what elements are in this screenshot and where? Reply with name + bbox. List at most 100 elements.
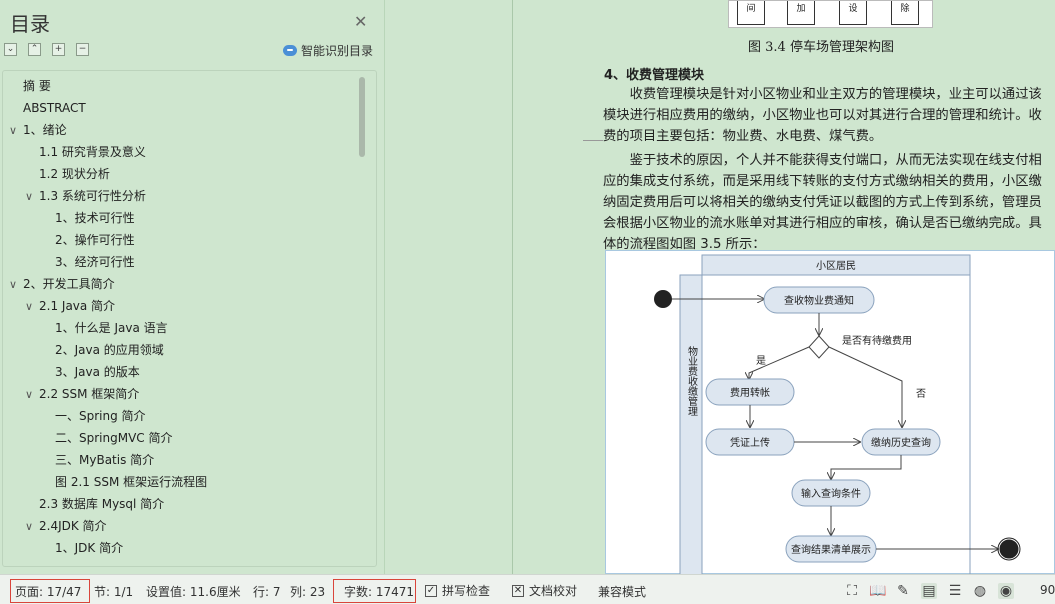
collapse-all-icon[interactable]: ⌄ [4,43,17,56]
toc-item-label: 1、JDK 简介 [55,541,124,555]
zoom-level[interactable]: 90 [1040,583,1055,597]
node-check-notice-label: 查收物业费通知 [784,294,854,307]
toc-item[interactable]: 2.3 数据库 Mysql 简介 [39,493,164,515]
chevron-down-icon[interactable]: ∨ [25,516,39,538]
toc-list[interactable]: 摘 要 ABSTRACT ∨ 1、绪论 1.1 研究背景及意义 1.2 现状分析 ∨ 1.3 … [2,70,377,567]
toc-item-label: 2、Java 的应用领域 [55,343,164,357]
toc-item-label: 一、Spring 简介 [55,409,146,423]
toc-panel: 目录 ✕ ⌄ ⌃ + − 智能识别目录 摘 要 ABSTRACT ∨ 1、绪论 1.1 … [0,0,385,574]
toc-item-label: 1、绪论 [23,123,67,137]
toc-item[interactable]: ∨ 1、绪论 [9,119,67,141]
row-indicator[interactable]: 行: 7 [253,583,281,600]
decision-label: 是否有待缴费用 [842,334,912,347]
spell-check-button[interactable]: ✓ 拼写检查 [425,582,490,599]
doc-proof-label: 文档校对 [529,584,578,598]
toc-item[interactable]: ∨ 2.1 Java 简介 [25,295,115,317]
paragraph: 鉴于技术的原因，个人并不能获得支付端口，从而无法实现在线支付相应的集成支付系统，… [603,153,1042,252]
checkbox-icon: ✓ [425,584,437,597]
toc-item[interactable]: 摘 要 [23,75,51,97]
node-input-label: 输入查询条件 [801,487,861,500]
read-mode-icon[interactable]: 📖 [869,583,886,599]
smart-toc-button[interactable]: 智能识别目录 [283,42,373,59]
chevron-down-icon[interactable]: ∨ [25,186,39,208]
swimlane-side [679,274,703,575]
proof-icon: ✕ [512,584,524,597]
node-result-label: 查询结果清单展示 [791,543,871,556]
toc-item[interactable]: 1、技术可行性 [55,207,135,229]
word-count[interactable]: 字数: 17471 [344,583,414,600]
toc-item[interactable]: ∨ 2.4JDK 简介 [25,515,107,537]
node-upload-label: 凭证上传 [730,436,770,449]
end-node [999,539,1019,559]
toc-item[interactable]: 1、JDK 简介 [55,537,123,559]
toc-title: 目录 [10,12,50,36]
toc-item[interactable]: 1.2 现状分析 [39,163,110,185]
toc-item-label: 2.1 Java 简介 [39,299,116,313]
section-heading: 4、收费管理模块 [604,68,705,83]
ai-icon [283,45,297,56]
eye-protect-icon[interactable]: ◉ [998,583,1014,599]
toc-item-label: 三、MyBatis 简介 [55,453,155,467]
doc-proof-button[interactable]: ✕ 文档校对 [512,582,577,599]
setting-value[interactable]: 设置值: 11.6厘米 [146,583,241,600]
start-node [654,290,672,308]
toc-item-label: 3、Java 的版本 [55,365,140,379]
add-heading-icon[interactable]: + [52,43,65,56]
toc-item[interactable]: ABSTRACT [23,97,86,119]
fig-box: 设 [839,1,867,25]
toc-item-label: 2、操作可行性 [55,233,135,247]
toc-item[interactable]: 3、Java 的版本 [55,361,140,383]
toc-item[interactable]: ∨ 2、开发工具简介 [9,273,115,295]
decision-node [808,335,830,359]
toc-item[interactable]: 2、Java 的应用领域 [55,339,164,361]
toc-scrollbar[interactable] [359,77,365,157]
status-bar: 页面: 17/47 节: 1/1 设置值: 11.6厘米 行: 7 列: 23 … [0,574,1055,604]
section-indicator[interactable]: 节: 1/1 [94,583,133,600]
paragraph: 收费管理模块是针对小区物业和业主双方的管理模块，业主可以通过该模块进行相应费用的… [603,87,1042,144]
swimlane-left-label: 物业费收缴管理 [686,345,698,416]
chevron-down-icon[interactable]: ∨ [25,296,39,318]
toc-item[interactable]: 一、Spring 简介 [55,405,146,427]
toc-item[interactable]: ∨ 1.3 系统可行性分析 [25,185,146,207]
toc-item[interactable]: 二、SpringMVC 简介 [55,427,172,449]
chevron-down-icon[interactable]: ∨ [9,274,23,296]
toc-item-label: ABSTRACT [23,101,86,115]
fullscreen-icon[interactable]: ⛶ [844,583,860,599]
toc-item[interactable]: 3、经济可行性 [55,251,135,273]
compat-mode[interactable]: 兼容模式 [598,583,646,600]
yes-label: 是 [756,355,766,367]
page-indicator[interactable]: 页面: 17/47 [15,583,81,600]
swimlane-top-label: 小区居民 [816,260,856,272]
toc-item[interactable]: 1.1 研究背景及意义 [39,141,146,163]
web-view-icon[interactable]: ◍ [972,583,988,599]
toc-item-label: 1、技术可行性 [55,211,135,225]
toc-item-label: 3、经济可行性 [55,255,135,269]
margin-marker [583,140,603,150]
col-indicator[interactable]: 列: 23 [290,583,325,600]
toc-item-label: 2.4JDK 简介 [39,519,107,533]
toc-item-label: 2、开发工具简介 [23,277,115,291]
node-history-label: 缴纳历史查询 [871,436,931,449]
node-transfer-label: 费用转帐 [730,386,770,399]
outline-view-icon[interactable]: ☰ [947,583,963,599]
chevron-down-icon[interactable]: ∨ [9,120,23,142]
expand-all-icon[interactable]: ⌃ [28,43,41,56]
toc-item-label: 1.1 研究背景及意义 [39,145,146,159]
toc-item[interactable]: 1、什么是 Java 语言 [55,317,168,339]
fig-box: 间 [737,1,765,25]
write-mode-icon[interactable]: ✎ [895,583,911,599]
toc-item[interactable]: ∨ 2.2 SSM 框架简介 [25,383,139,405]
figure-3-4-fragment: 间 加 设 除 [728,0,933,28]
toc-item-label: 1、什么是 Java 语言 [55,321,168,335]
toc-item[interactable]: 图 2.1 SSM 框架运行流程图 [55,471,207,493]
close-icon[interactable]: ✕ [354,12,367,31]
page-view-icon[interactable]: ▤ [921,583,937,599]
toc-item[interactable]: 三、MyBatis 简介 [55,449,154,471]
toc-item[interactable]: 2、操作可行性 [55,229,135,251]
smart-toc-label: 智能识别目录 [301,44,374,58]
chevron-down-icon[interactable]: ∨ [25,384,39,406]
remove-heading-icon[interactable]: − [76,43,89,56]
toc-item-label: 1.3 系统可行性分析 [39,189,146,203]
document-page[interactable]: 间 加 设 除 图 3.4 停车场管理架构图 4、收费管理模块 收费管理模块是针… [512,0,1055,575]
figure-caption: 图 3.4 停车场管理架构图 [748,40,894,55]
